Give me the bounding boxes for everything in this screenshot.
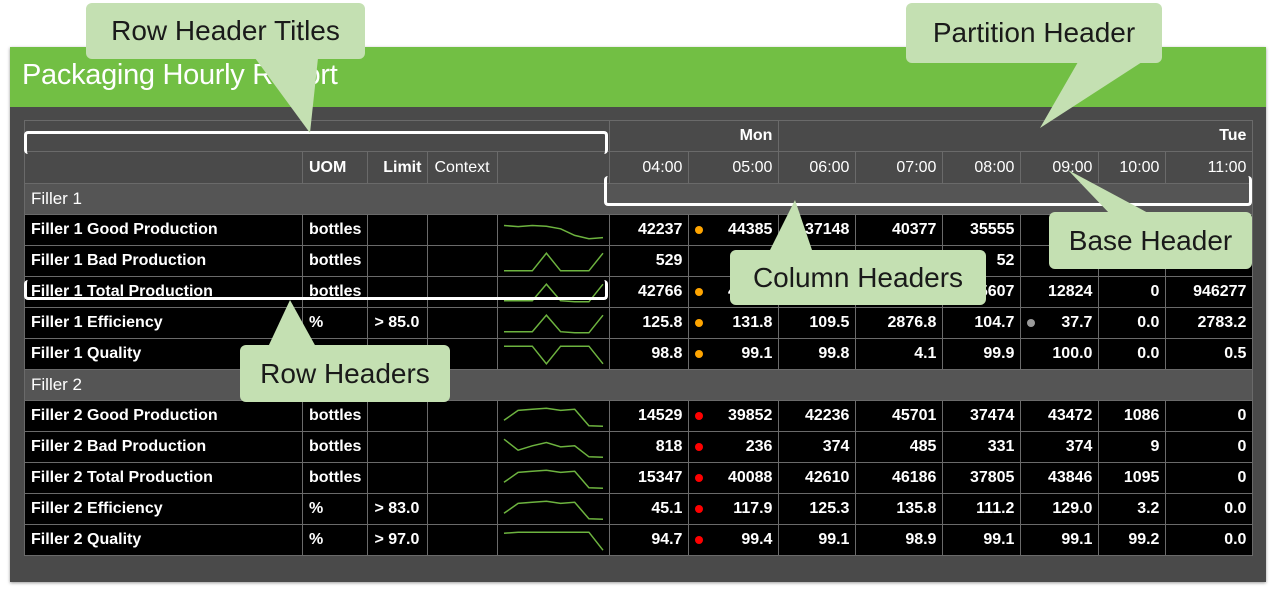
callout-tails [255,58,1150,347]
row-headers-callout: Row Headers [240,345,450,402]
partition-header-callout: Partition Header [906,3,1162,63]
column-headers-callout: Column Headers [730,250,986,305]
row-header-titles-callout: Row Header Titles [86,3,365,59]
base-header-callout: Base Header [1049,212,1252,269]
